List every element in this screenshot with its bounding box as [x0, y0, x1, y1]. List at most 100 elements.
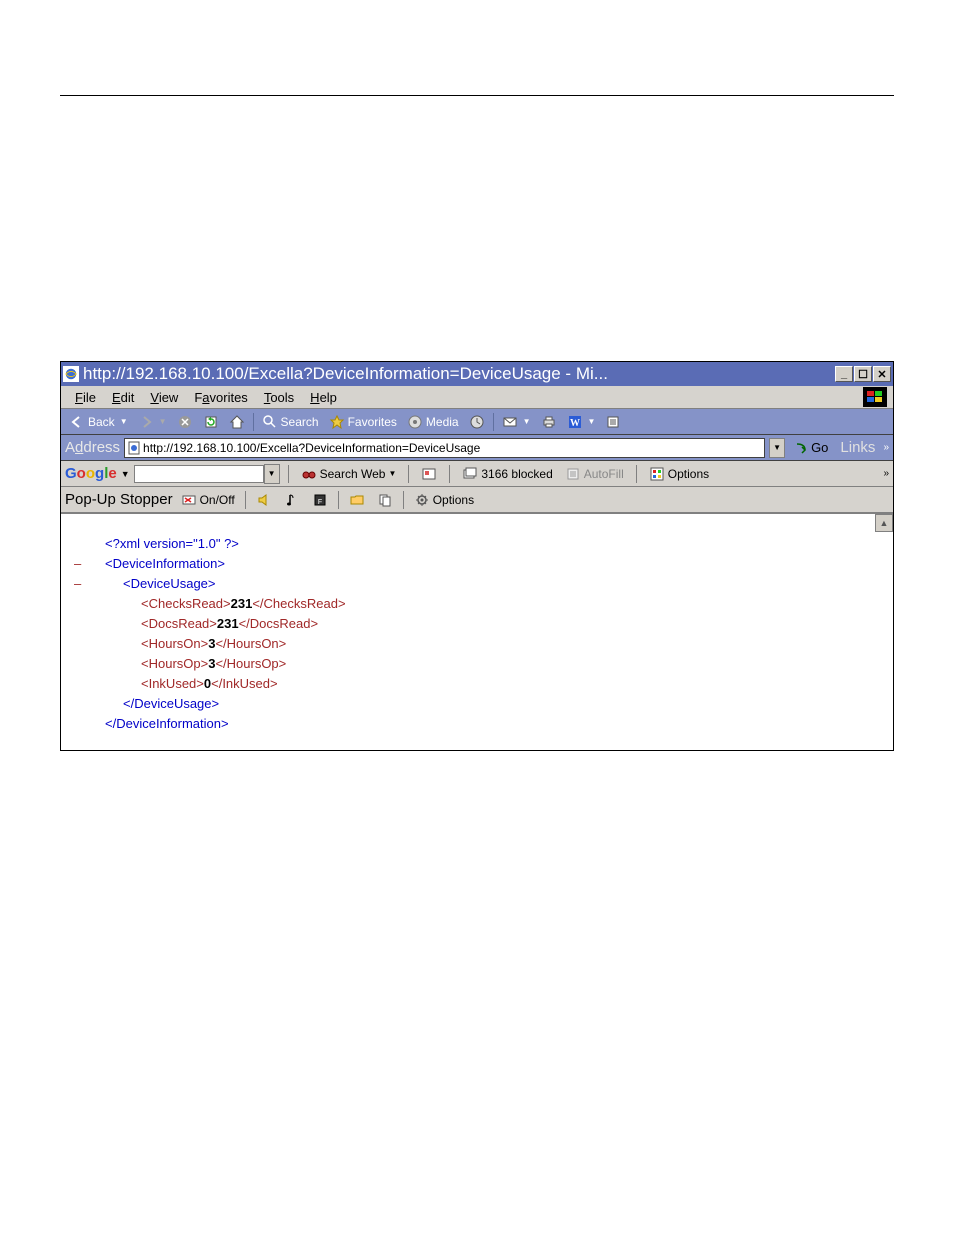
refresh-button[interactable]: [199, 412, 223, 432]
popup-options-button[interactable]: Options: [410, 492, 478, 508]
media-label: Media: [426, 415, 459, 429]
onoff-button[interactable]: On/Off: [177, 492, 239, 508]
close-button[interactable]: ✕: [873, 366, 891, 382]
popup-stopper-toolbar: Pop-Up Stopper On/Off F: [61, 487, 893, 513]
google-toolbar: Google ▼ ▼ Search Web ▼ 3166 blocked: [61, 461, 893, 487]
popup-options-label: Options: [433, 493, 474, 507]
links-label[interactable]: Links: [836, 439, 879, 456]
svg-text:F: F: [318, 499, 322, 506]
minimize-button[interactable]: _: [835, 366, 853, 382]
google-logo[interactable]: Google: [65, 465, 117, 482]
dropdown-arrow-icon[interactable]: ▼: [121, 469, 130, 479]
stop-icon: [177, 414, 193, 430]
discuss-icon: [605, 414, 621, 430]
go-button[interactable]: Go: [789, 440, 832, 456]
news-button[interactable]: [417, 466, 441, 482]
xml-open-tag: <HoursOp>: [141, 656, 208, 671]
copy-button[interactable]: [373, 492, 397, 508]
menu-view[interactable]: View: [142, 388, 186, 407]
browser-window: http://192.168.10.100/Excella?DeviceInfo…: [60, 361, 894, 751]
mail-icon: [502, 414, 518, 430]
google-search-dropdown[interactable]: ▼: [264, 464, 280, 484]
overflow-chevron-icon[interactable]: »: [883, 442, 889, 453]
xml-collapse-toggle[interactable]: –: [74, 574, 81, 594]
edit-button[interactable]: W ▼: [563, 412, 600, 432]
onoff-label: On/Off: [200, 493, 235, 507]
xml-open-tag: <DeviceUsage>: [123, 576, 216, 591]
favorites-button[interactable]: Favorites: [325, 412, 401, 432]
dropdown-arrow-icon: ▼: [120, 417, 128, 426]
news-icon: [421, 466, 437, 482]
scroll-up-button[interactable]: ▲: [875, 514, 893, 532]
folder-icon: [349, 492, 365, 508]
refresh-icon: [203, 414, 219, 430]
search-web-button[interactable]: Search Web ▼: [297, 466, 401, 482]
history-button[interactable]: [465, 412, 489, 432]
favorites-star-icon: [329, 414, 345, 430]
options-label: Options: [668, 467, 709, 481]
autofill-icon: [565, 466, 581, 482]
home-icon: [229, 414, 245, 430]
speaker-icon: [256, 492, 272, 508]
binocular-icon: [301, 466, 317, 482]
google-search-input[interactable]: [134, 465, 264, 483]
sound-button[interactable]: [252, 492, 276, 508]
menu-favorites[interactable]: Favorites: [186, 388, 255, 407]
address-label: Address: [65, 439, 120, 456]
media-button[interactable]: Media: [403, 412, 463, 432]
addressbar: Address ▼ Go Links »: [61, 435, 893, 461]
address-dropdown-button[interactable]: ▼: [769, 438, 785, 458]
media-icon: [407, 414, 423, 430]
autofill-button[interactable]: AutoFill: [561, 466, 628, 482]
windows-logo-throbber: [863, 387, 887, 407]
xml-close-tag: </DeviceUsage>: [123, 696, 219, 711]
xml-close-tag: </DeviceInformation>: [105, 716, 229, 731]
history-icon: [469, 414, 485, 430]
ie-logo-icon: [63, 366, 79, 382]
xml-close-tag: </DocsRead>: [239, 616, 319, 631]
print-icon: [541, 414, 557, 430]
options-button[interactable]: Options: [645, 466, 713, 482]
separator: [288, 465, 289, 483]
menu-file[interactable]: File: [67, 388, 104, 407]
stop-button[interactable]: [173, 412, 197, 432]
address-input[interactable]: [143, 440, 762, 456]
menu-help[interactable]: Help: [302, 388, 345, 407]
popup-blocked-button[interactable]: 3166 blocked: [458, 466, 556, 482]
home-button[interactable]: [225, 412, 249, 432]
popup-stopper-label: Pop-Up Stopper: [65, 491, 173, 508]
overflow-chevron-icon[interactable]: »: [883, 468, 889, 479]
forward-button[interactable]: ▼: [134, 412, 171, 432]
folder-button[interactable]: [345, 492, 369, 508]
xml-open-tag: <DeviceInformation>: [105, 556, 225, 571]
print-button[interactable]: [537, 412, 561, 432]
page-header-rule: [60, 95, 894, 96]
menu-tools[interactable]: Tools: [256, 388, 302, 407]
xml-value: 231: [217, 616, 239, 631]
xml-open-tag: <DocsRead>: [141, 616, 217, 631]
xml-open-tag: <HoursOn>: [141, 636, 208, 651]
address-input-wrap: [124, 438, 765, 458]
xml-collapse-toggle[interactable]: –: [74, 554, 81, 574]
maximize-button[interactable]: ☐: [854, 366, 872, 382]
separator: [493, 413, 494, 431]
separator: [338, 491, 339, 509]
search-button[interactable]: Search: [258, 412, 323, 432]
music-button[interactable]: [280, 492, 304, 508]
copy-icon: [377, 492, 393, 508]
xml-close-tag: </InkUsed>: [211, 676, 278, 691]
onoff-icon: [181, 492, 197, 508]
back-icon: [69, 414, 85, 430]
menu-edit[interactable]: Edit: [104, 388, 142, 407]
popup-blocked-label: 3166 blocked: [481, 467, 552, 481]
separator: [449, 465, 450, 483]
window-title: http://192.168.10.100/Excella?DeviceInfo…: [83, 364, 834, 384]
discuss-button[interactable]: [601, 412, 625, 432]
google-input-wrap: ▼: [134, 464, 280, 484]
separator: [245, 491, 246, 509]
flash-button[interactable]: F: [308, 492, 332, 508]
dropdown-arrow-icon: ▼: [159, 417, 167, 426]
separator: [253, 413, 254, 431]
back-button[interactable]: Back ▼: [65, 412, 132, 432]
mail-button[interactable]: ▼: [498, 412, 535, 432]
